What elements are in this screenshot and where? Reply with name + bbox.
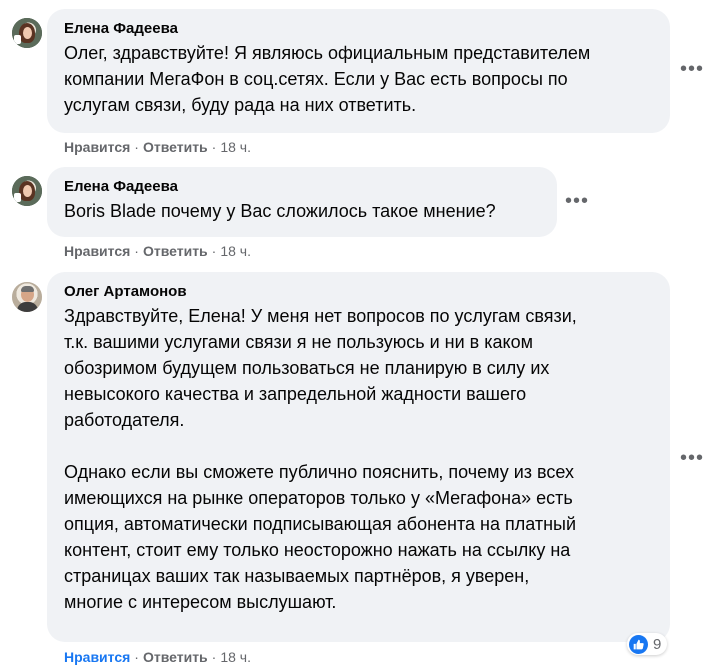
comment-bubble: Елена Фадеева Олег, здравствуйте! Я явля… (47, 9, 670, 133)
comment-text: Олег, здравствуйте! Я являюсь официальны… (64, 43, 591, 115)
comment-actions: Нравится · Ответить · 18 ч. (64, 649, 251, 665)
comment-text: Boris Blade почему у Вас сложилось такое… (64, 201, 496, 221)
avatar[interactable] (12, 282, 42, 312)
more-options-icon[interactable]: ••• (678, 448, 706, 469)
comment-author[interactable]: Елена Фадеева (64, 178, 540, 196)
avatar[interactable] (12, 176, 42, 206)
comment-author[interactable]: Елена Фадеева (64, 20, 653, 38)
like-button[interactable]: Нравится (64, 139, 130, 155)
reply-button[interactable]: Ответить (143, 139, 208, 155)
comment-actions: Нравится · Ответить · 18 ч. (64, 139, 251, 155)
reaction-count: 9 (653, 635, 662, 653)
like-button[interactable]: Нравится (64, 243, 130, 259)
timestamp[interactable]: 18 ч. (220, 649, 251, 665)
separator: · (134, 649, 139, 665)
comment-bubble: Елена Фадеева Boris Blade почему у Вас с… (47, 167, 557, 237)
timestamp[interactable]: 18 ч. (220, 243, 251, 259)
comment-author[interactable]: Олег Артамонов (64, 283, 653, 301)
comment-actions: Нравится · Ответить · 18 ч. (64, 243, 251, 259)
separator: · (211, 243, 217, 259)
reactions-summary[interactable]: 9 (627, 633, 668, 655)
reply-button[interactable]: Ответить (143, 243, 208, 259)
reply-button[interactable]: Ответить (143, 649, 208, 665)
separator: · (134, 243, 139, 259)
like-button[interactable]: Нравится (64, 649, 130, 665)
avatar[interactable] (12, 18, 42, 48)
more-options-icon[interactable]: ••• (678, 59, 706, 80)
separator: · (134, 139, 139, 155)
comment-text: Здравствуйте, Елена! У меня нет вопросов… (64, 306, 577, 612)
comment-bubble: Олег Артамонов Здравствуйте, Елена! У ме… (47, 272, 670, 642)
separator: · (211, 649, 217, 665)
separator: · (211, 139, 217, 155)
more-options-icon[interactable]: ••• (563, 191, 591, 212)
timestamp[interactable]: 18 ч. (220, 139, 251, 155)
thumbs-up-icon (629, 634, 648, 654)
